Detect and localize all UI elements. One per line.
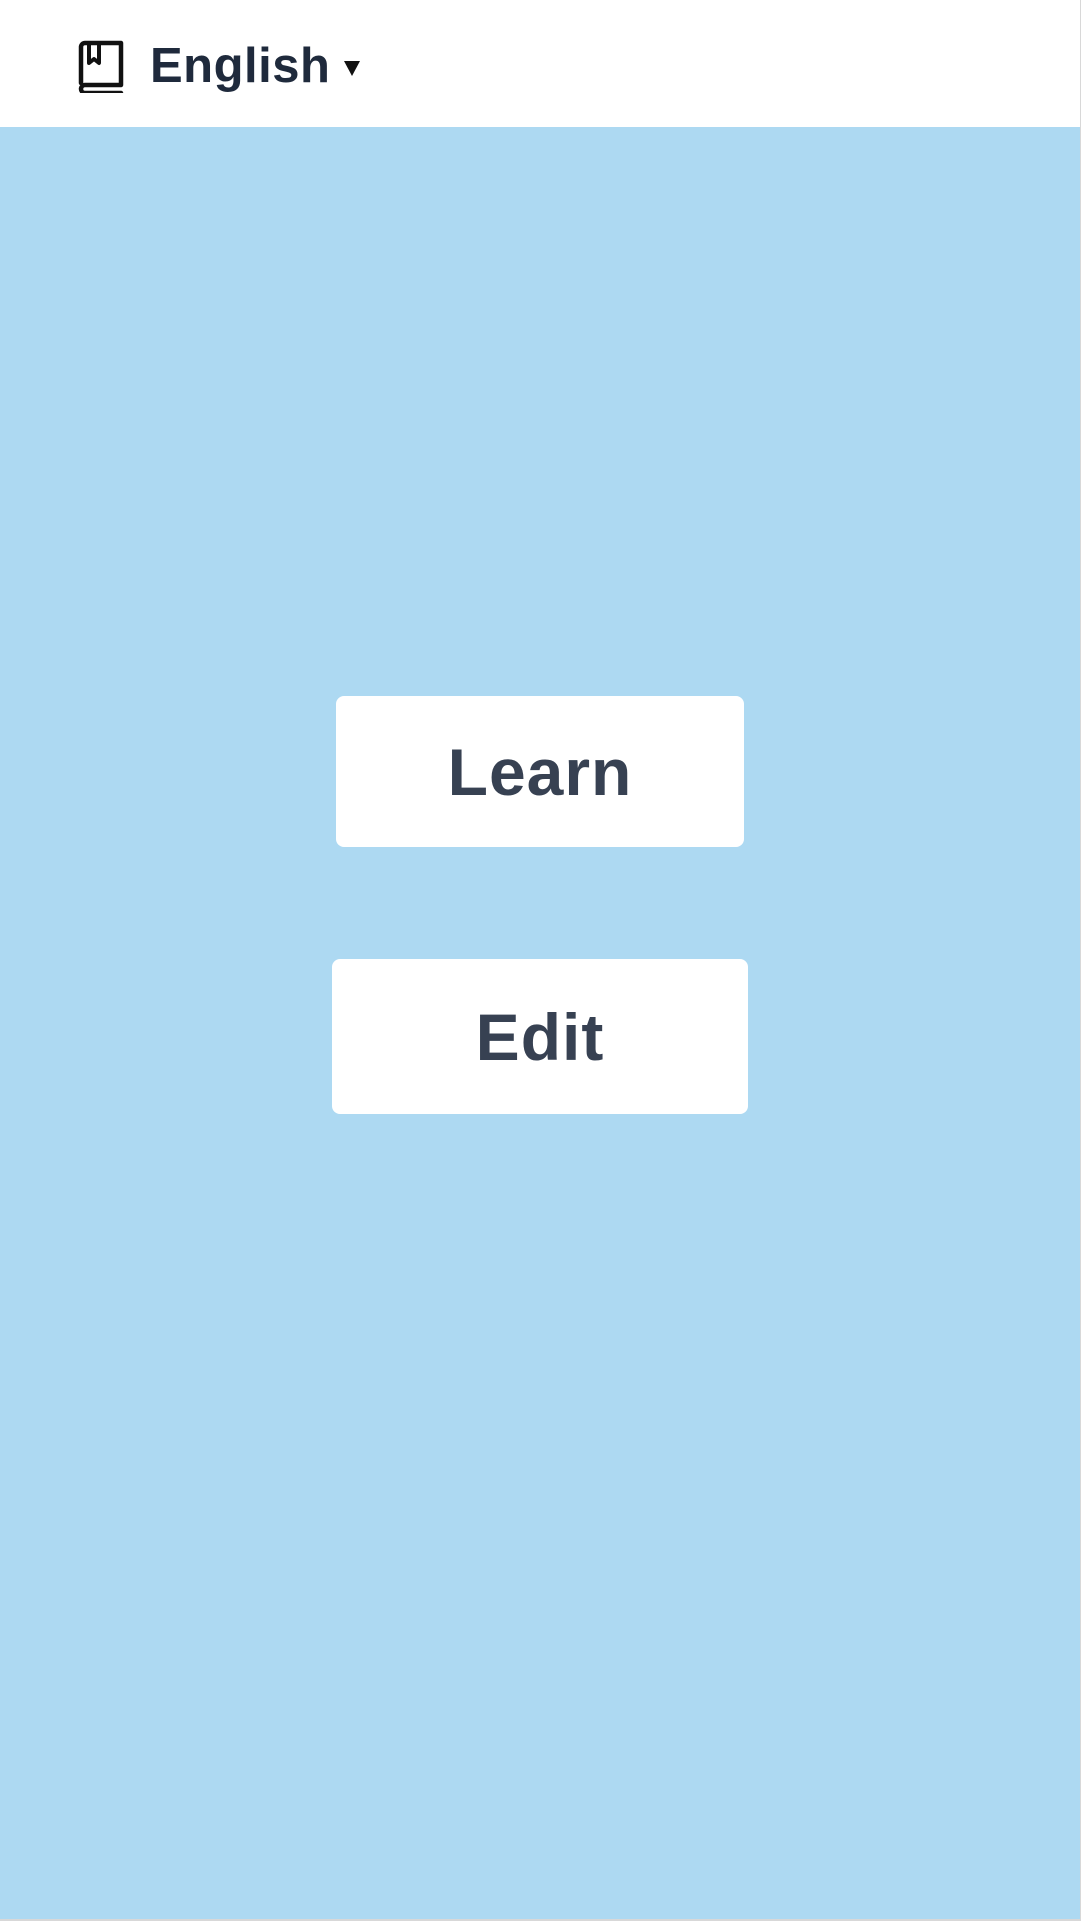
book-icon [74,38,126,94]
language-selector[interactable]: English [74,38,362,94]
app-screen: English Learn Edit [0,0,1081,1921]
caret-down-icon [342,58,362,78]
learn-button[interactable]: Learn [336,696,744,847]
top-bar: English [0,0,1080,127]
edit-button[interactable]: Edit [332,959,748,1114]
language-label: English [150,39,331,93]
